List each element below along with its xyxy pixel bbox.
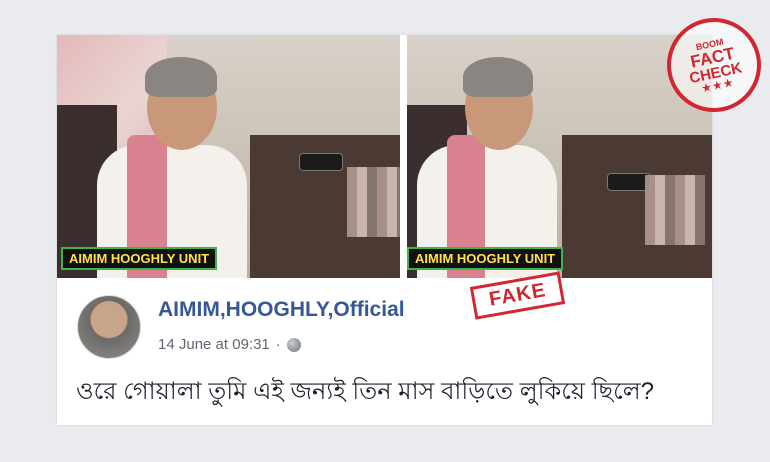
- meta-separator: ·: [275, 336, 281, 353]
- post-meta: 14 June at 09:31 ·: [158, 336, 301, 353]
- person-hair: [463, 57, 533, 97]
- mobile-phone: [299, 153, 343, 171]
- post-text: ওরে গোয়ালা তুমি এই জন্যই তিন মাস বাড়িত…: [76, 378, 654, 405]
- person-hair: [145, 57, 217, 97]
- blurred-object: [645, 175, 705, 245]
- post-timestamp[interactable]: 14 June at 09:31: [158, 336, 270, 353]
- post-photo-right[interactable]: AIMIM HOOGHLY UNIT: [407, 35, 712, 278]
- post-photo-left[interactable]: AIMIM HOOGHLY UNIT: [57, 35, 400, 278]
- watermark-label: AIMIM HOOGHLY UNIT: [407, 247, 564, 270]
- page-name-link[interactable]: AIMIM,HOOGHLY,Official: [158, 298, 405, 322]
- page-avatar[interactable]: [77, 295, 141, 359]
- facebook-post-card: AIMIM HOOGHLY UNIT AIMIM HOOGHLY UNIT: [57, 35, 712, 425]
- blurred-object: [347, 167, 400, 237]
- watermark-label: AIMIM HOOGHLY UNIT: [61, 247, 218, 270]
- globe-icon[interactable]: [286, 337, 301, 352]
